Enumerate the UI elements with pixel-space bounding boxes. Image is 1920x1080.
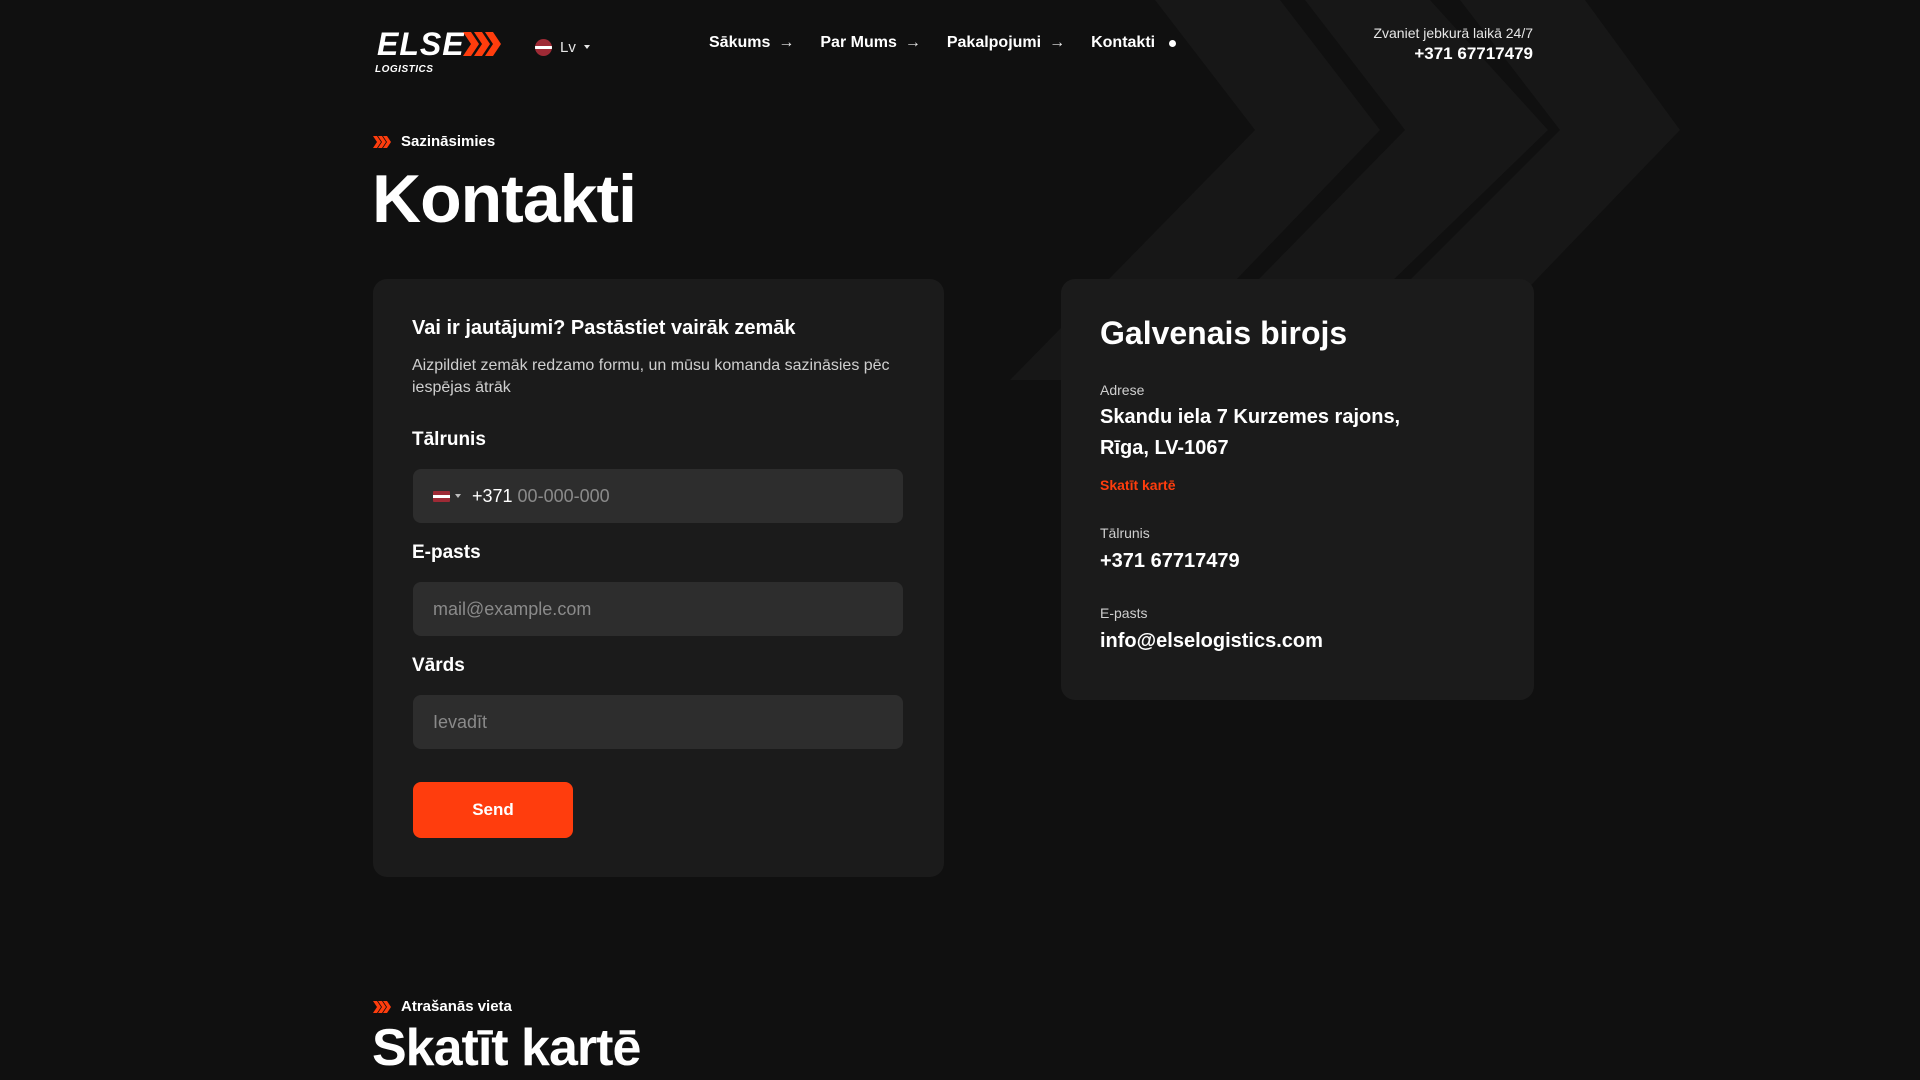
- page-title: Kontakti: [372, 161, 637, 237]
- chevron-down-icon: [583, 45, 590, 49]
- location-title: Skatīt kartē: [372, 1019, 641, 1077]
- phone-field[interactable]: +371 00-000-000: [413, 469, 903, 523]
- office-phone-value[interactable]: +371 67717479: [1100, 546, 1240, 577]
- brand-logo[interactable]: ELSE LOGISTICS: [373, 26, 503, 78]
- nav-item-label: Par Mums: [820, 34, 897, 51]
- view-map-link[interactable]: Skatīt kartē: [1100, 477, 1175, 493]
- latvia-flag-icon[interactable]: [433, 490, 450, 502]
- nav-item-kontakti[interactable]: Kontakti: [1091, 34, 1177, 52]
- main-office-card: Galvenais birojs Adrese Skandu iela 7 Ku…: [1061, 279, 1534, 700]
- office-title: Galvenais birojs: [1100, 315, 1348, 351]
- email-label: E-pasts: [412, 542, 481, 563]
- phone-country-code: +371: [472, 485, 513, 506]
- address-line-1: Skandu iela 7 Kurzemes rajons,: [1100, 406, 1401, 428]
- chevrons-icon: [373, 1000, 391, 1013]
- contact-form-card: Vai ir jautājumi? Pastāstiet vairāk zemā…: [373, 279, 944, 877]
- location-eyebrow: Atrašanās vieta: [373, 998, 512, 1015]
- office-phone-label: Tālrunis: [1100, 525, 1150, 541]
- language-selector[interactable]: Lv: [535, 37, 590, 57]
- name-placeholder: Ievadīt: [433, 711, 488, 732]
- nav-item-label: Pakalpojumi: [946, 34, 1042, 51]
- call-anytime-text: Zvaniet jebkurā laikā 24/7: [1373, 25, 1533, 41]
- send-button[interactable]: Send: [413, 782, 573, 838]
- latvia-flag-icon: [535, 38, 552, 56]
- arrow-right-icon: →: [778, 34, 795, 51]
- eyebrow-label: Atrašanās vieta: [401, 998, 512, 1015]
- phone-placeholder: 00-000-000: [517, 485, 610, 506]
- arrow-right-icon: →: [904, 34, 921, 51]
- office-email-label: E-pasts: [1100, 605, 1148, 621]
- logo-chevrons-icon: [463, 32, 501, 56]
- office-email-value[interactable]: info@elselogistics.com: [1100, 626, 1323, 657]
- main-nav: Sākums → Par Mums → Pakalpojumi → Kontak…: [709, 34, 1177, 52]
- header-contact: Zvaniet jebkurā laikā 24/7 +371 67717479: [1373, 25, 1533, 64]
- arrow-right-icon: →: [1049, 34, 1066, 51]
- language-label: Lv: [560, 38, 576, 56]
- form-heading: Vai ir jautājumi? Pastāstiet vairāk zemā…: [412, 317, 796, 339]
- address-label: Adrese: [1100, 382, 1145, 398]
- background-chevrons: [1010, 0, 1680, 380]
- form-subtitle: Aizpildiet zemāk redzamo formu, un mūsu …: [412, 357, 890, 396]
- active-dot-icon: [1169, 39, 1177, 47]
- eyebrow-label: Sazināsimies: [401, 133, 496, 150]
- name-field[interactable]: Ievadīt: [413, 695, 903, 749]
- nav-item-pakalpojumi[interactable]: Pakalpojumi →: [947, 34, 1065, 52]
- nav-item-par-mums[interactable]: Par Mums →: [820, 34, 920, 52]
- contact-eyebrow: Sazināsimies: [373, 133, 495, 150]
- chevrons-icon: [373, 135, 391, 148]
- nav-item-sakums[interactable]: Sākums →: [709, 34, 794, 52]
- site-header: ELSE LOGISTICS Lv Sākums → Par Mums → Pa…: [373, 22, 1533, 92]
- email-placeholder: mail@example.com: [433, 598, 592, 619]
- address-line-2: Rīga, LV-1067: [1100, 437, 1229, 459]
- nav-item-label: Sākums: [709, 34, 771, 51]
- header-phone-link[interactable]: +371 67717479: [1373, 44, 1533, 64]
- phone-label: Tālrunis: [412, 429, 486, 450]
- email-field[interactable]: mail@example.com: [413, 582, 903, 636]
- nav-item-label: Kontakti: [1091, 34, 1156, 51]
- name-label: Vārds: [412, 655, 465, 676]
- chevron-down-icon[interactable]: [455, 494, 461, 498]
- logo-subtitle: LOGISTICS: [375, 64, 434, 75]
- logo-wordmark: ELSE: [377, 26, 465, 62]
